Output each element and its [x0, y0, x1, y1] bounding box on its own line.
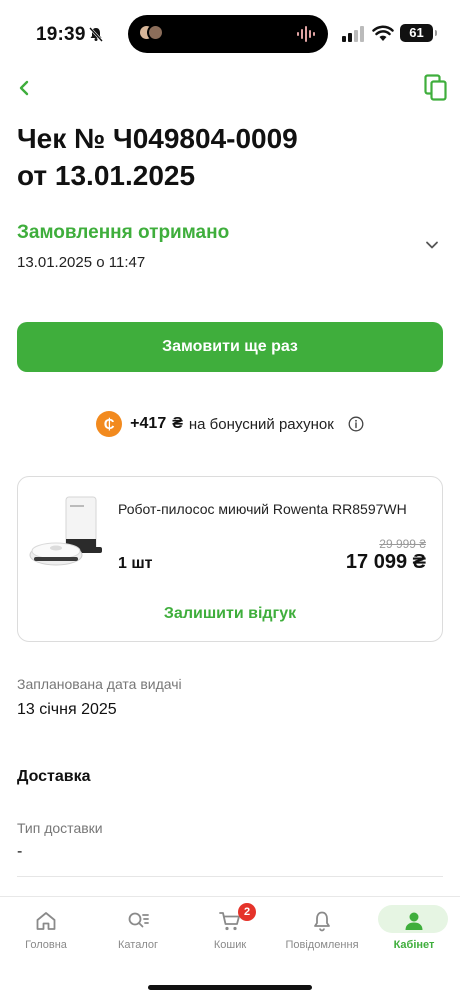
- signal-icon: [342, 26, 364, 42]
- page-title: Чек № Ч049804-0009 от 13.01.2025: [17, 120, 437, 194]
- nav-cart[interactable]: 2 Кошик: [184, 903, 276, 955]
- nav-account-label: Кабінет: [393, 939, 435, 951]
- bonus-coin-icon: ₵: [96, 411, 123, 437]
- product-card: Робот-пилосос миючий Rowenta RR8597WH 1 …: [17, 476, 443, 642]
- avatar: [138, 24, 164, 44]
- product-old-price: 29 999 ₴: [379, 537, 426, 551]
- nav-notifications-label: Повідомлення: [285, 939, 359, 951]
- info-icon[interactable]: [348, 416, 364, 432]
- battery-indicator: 61: [400, 24, 437, 42]
- receipt-date: от 13.01.2025: [17, 160, 196, 191]
- bonus-info: ₵ +417 ₴ на бонусний рахунок: [0, 408, 460, 440]
- dynamic-island: [128, 15, 328, 53]
- bonus-text: на бонусний рахунок: [188, 415, 334, 433]
- product-name[interactable]: Робот-пилосос миючий Rowenta RR8597WH: [118, 499, 428, 519]
- planned-date-label: Запланована дата видачі: [17, 676, 182, 692]
- delivery-type-label: Тип доставки: [17, 820, 103, 836]
- order-status-toggle[interactable]: Замовлення отримано 13.01.2025 о 11:47: [17, 220, 443, 280]
- nav-home-label: Головна: [25, 939, 67, 951]
- status-bar: 19:39 61: [0, 0, 460, 66]
- nav-account[interactable]: Кабінет: [368, 905, 460, 955]
- nav-home[interactable]: Головна: [0, 905, 92, 955]
- wifi-icon: [372, 25, 394, 41]
- nav-cart-label: Кошик: [213, 939, 247, 951]
- product-image[interactable]: [26, 495, 102, 573]
- bonus-currency: ₴: [172, 415, 183, 432]
- bell-muted-icon: [89, 27, 103, 42]
- home-icon: [36, 912, 56, 930]
- leave-review-button[interactable]: Залишити відгук: [18, 605, 442, 623]
- home-indicator: [148, 985, 312, 990]
- back-icon[interactable]: [14, 76, 36, 100]
- status-time: 19:39: [36, 24, 86, 45]
- product-quantity: 1 шт: [118, 555, 153, 572]
- delivery-type-value: -: [17, 843, 23, 860]
- cart-badge: 2: [238, 903, 256, 921]
- reorder-button[interactable]: Замовити ще раз: [17, 322, 443, 372]
- copy-icon[interactable]: [424, 74, 448, 102]
- nav-notifications[interactable]: Повідомлення: [276, 905, 368, 955]
- order-status-date: 13.01.2025 о 11:47: [17, 254, 146, 271]
- chevron-down-icon[interactable]: [425, 238, 439, 252]
- nav-catalog-label: Каталог: [118, 939, 158, 951]
- delivery-section-title: Доставка: [17, 768, 91, 785]
- divider: [17, 876, 443, 877]
- bell-icon: [314, 911, 330, 932]
- user-icon: [405, 912, 423, 930]
- nav-catalog[interactable]: Каталог: [92, 905, 184, 955]
- receipt-number: Чек № Ч049804-0009: [17, 123, 298, 154]
- audio-wave-icon: [297, 26, 315, 42]
- catalog-icon: [128, 912, 149, 928]
- planned-date-value: 13 січня 2025: [17, 701, 117, 718]
- bonus-amount: +417: [130, 415, 167, 432]
- order-status-text: Замовлення отримано: [17, 222, 230, 243]
- product-price: 17 099 ₴: [345, 551, 426, 573]
